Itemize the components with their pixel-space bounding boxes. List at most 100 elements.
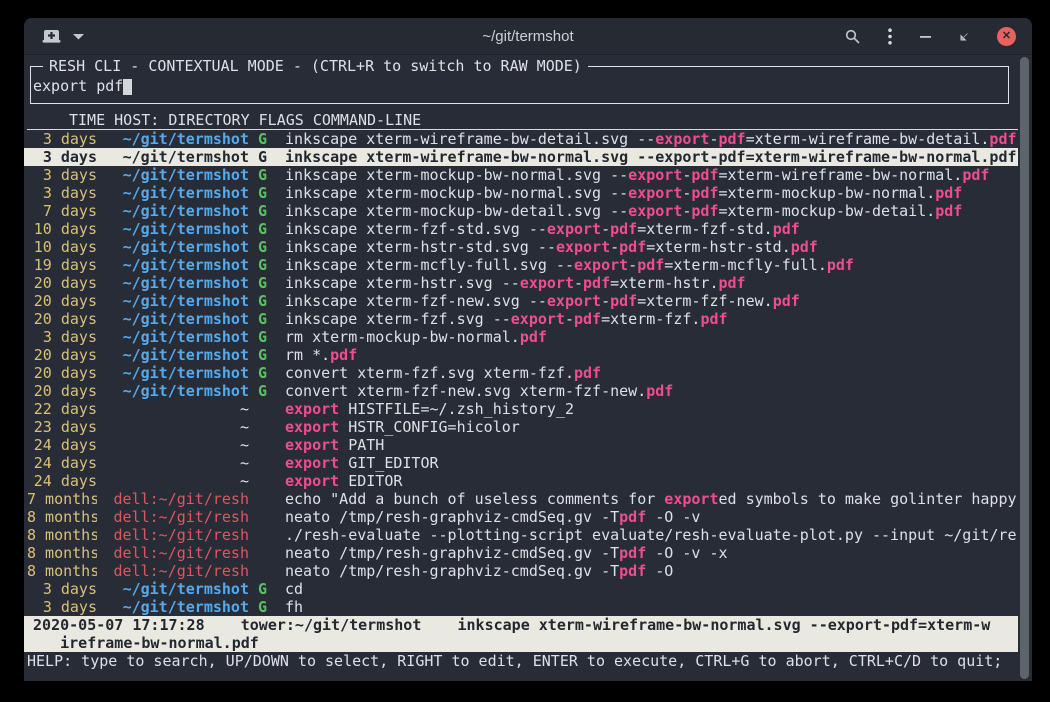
- history-row[interactable]: 20 days~/git/termshotGinkscape xterm-fzf…: [24, 292, 1018, 310]
- row-flags: G: [249, 382, 285, 400]
- row-command: inkscape xterm-mockup-bw-normal.svg --ex…: [285, 166, 1018, 184]
- history-row[interactable]: 20 days~/git/termshotGrm *.pdf: [24, 346, 1018, 364]
- new-tab-icon: [42, 29, 61, 45]
- row-command: inkscape xterm-hstr-std.svg --export-pdf…: [285, 238, 1018, 256]
- row-time: 8 months: [27, 544, 97, 562]
- history-row[interactable]: 3 days~/git/termshotGinkscape xterm-mock…: [24, 166, 1018, 184]
- row-time: 20 days: [27, 310, 97, 328]
- row-host-directory: ~/git/termshot: [97, 202, 249, 220]
- row-flags: G: [249, 184, 285, 202]
- row-flags: G: [249, 292, 285, 310]
- row-time: 3 days: [27, 328, 97, 346]
- history-row[interactable]: 3 days~/git/termshotGinkscape xterm-wire…: [24, 148, 1018, 166]
- row-time: 3 days: [27, 184, 97, 202]
- history-row[interactable]: 10 days~/git/termshotGinkscape xterm-hst…: [24, 238, 1018, 256]
- status-bar: 2020-05-07 17:17:28 tower:~/git/termshot…: [24, 616, 1018, 652]
- history-row[interactable]: 7 days~/git/termshotGinkscape xterm-mock…: [24, 202, 1018, 220]
- history-row[interactable]: 23 days~export HSTR_CONFIG=hicolor: [24, 418, 1018, 436]
- history-row[interactable]: 3 days~/git/termshotGrm xterm-mockup-bw-…: [24, 328, 1018, 346]
- row-flags: [249, 490, 285, 508]
- history-row[interactable]: 8 monthsdell:~/git/reshneato /tmp/resh-g…: [24, 508, 1018, 526]
- row-host-directory: ~: [97, 436, 249, 454]
- row-flags: G: [249, 328, 285, 346]
- minimize-button[interactable]: [920, 35, 931, 39]
- search-button[interactable]: [845, 29, 860, 44]
- row-host-directory: ~/git/termshot: [97, 292, 249, 310]
- row-command: inkscape xterm-wireframe-bw-normal.svg -…: [285, 148, 1018, 166]
- row-time: 10 days: [27, 220, 97, 238]
- row-flags: G: [249, 310, 285, 328]
- row-flags: G: [249, 220, 285, 238]
- row-time: 22 days: [27, 400, 97, 418]
- history-row[interactable]: 8 monthsdell:~/git/reshneato /tmp/resh-g…: [24, 562, 1018, 580]
- history-row[interactable]: 10 days~/git/termshotGinkscape xterm-fzf…: [24, 220, 1018, 238]
- search-input[interactable]: export pdf: [33, 77, 132, 95]
- row-time: 20 days: [27, 364, 97, 382]
- restore-icon: [959, 32, 969, 42]
- history-row[interactable]: 24 days~export GIT_EDITOR: [24, 454, 1018, 472]
- table-header: TIME HOST: DIRECTORY FLAGS COMMAND-LINE: [27, 112, 1018, 130]
- row-host-directory: ~/git/termshot: [97, 346, 249, 364]
- status-line-1: 2020-05-07 17:17:28 tower:~/git/termshot…: [24, 616, 1018, 634]
- history-row[interactable]: 20 days~/git/termshotGconvert xterm-fzf.…: [24, 364, 1018, 382]
- row-time: 3 days: [27, 166, 97, 184]
- row-flags: [249, 526, 285, 544]
- history-row[interactable]: 20 days~/git/termshotGconvert xterm-fzf-…: [24, 382, 1018, 400]
- history-row[interactable]: 3 days~/git/termshotGfh: [24, 598, 1018, 616]
- history-row[interactable]: 8 monthsdell:~/git/resh./resh-evaluate -…: [24, 526, 1018, 544]
- history-row[interactable]: 22 days~export HISTFILE=~/.zsh_history_2: [24, 400, 1018, 418]
- row-host-directory: ~: [97, 418, 249, 436]
- row-host-directory: ~/git/termshot: [97, 220, 249, 238]
- row-command: inkscape xterm-fzf-new.svg --export-pdf=…: [285, 292, 1018, 310]
- history-row[interactable]: 3 days~/git/termshotGinkscape xterm-wire…: [24, 130, 1018, 148]
- row-host-directory: ~/git/termshot: [97, 238, 249, 256]
- row-time: 23 days: [27, 418, 97, 436]
- row-flags: [249, 400, 285, 418]
- menu-button[interactable]: [888, 28, 892, 45]
- restore-button[interactable]: [959, 32, 969, 42]
- row-flags: [249, 508, 285, 526]
- history-row[interactable]: 20 days~/git/termshotGinkscape xterm-fzf…: [24, 310, 1018, 328]
- row-time: 7 months: [27, 490, 97, 508]
- row-host-directory: ~/git/termshot: [97, 598, 249, 616]
- row-host-directory: ~/git/termshot: [97, 274, 249, 292]
- history-row[interactable]: 20 days~/git/termshotGinkscape xterm-hst…: [24, 274, 1018, 292]
- tab-dropdown-button[interactable]: [73, 33, 84, 40]
- row-command: inkscape xterm-mcfly-full.svg --export-p…: [285, 256, 1018, 274]
- row-flags: G: [249, 364, 285, 382]
- row-host-directory: ~/git/termshot: [97, 184, 249, 202]
- terminal-content: RESH CLI - CONTEXTUAL MODE - (CTRL+R to …: [24, 55, 1018, 681]
- row-host-directory: ~: [97, 472, 249, 490]
- scrollbar-thumb[interactable]: [1020, 57, 1029, 679]
- row-flags: G: [249, 166, 285, 184]
- row-time: 7 days: [27, 202, 97, 220]
- row-flags: G: [249, 202, 285, 220]
- row-command: inkscape xterm-wireframe-bw-detail.svg -…: [285, 130, 1018, 148]
- row-host-directory: ~/git/termshot: [97, 364, 249, 382]
- row-flags: [249, 454, 285, 472]
- new-tab-button[interactable]: [42, 29, 61, 45]
- dropdown-caret-icon: [73, 33, 84, 40]
- row-time: 3 days: [27, 148, 97, 166]
- help-line: HELP: type to search, UP/DOWN to select,…: [24, 652, 1018, 670]
- close-button[interactable]: ✕: [997, 27, 1016, 46]
- resh-mode-title: RESH CLI - CONTEXTUAL MODE - (CTRL+R to …: [43, 58, 588, 74]
- row-host-directory: ~: [97, 454, 249, 472]
- row-time: 20 days: [27, 274, 97, 292]
- history-row[interactable]: 19 days~/git/termshotGinkscape xterm-mcf…: [24, 256, 1018, 274]
- row-time: 8 months: [27, 562, 97, 580]
- history-row[interactable]: 24 days~export EDITOR: [24, 472, 1018, 490]
- row-flags: G: [249, 580, 285, 598]
- history-row[interactable]: 8 monthsdell:~/git/reshneato /tmp/resh-g…: [24, 544, 1018, 562]
- history-row[interactable]: 3 days~/git/termshotGcd: [24, 580, 1018, 598]
- row-command: inkscape xterm-mockup-bw-detail.svg --ex…: [285, 202, 1018, 220]
- history-row[interactable]: 3 days~/git/termshotGinkscape xterm-mock…: [24, 184, 1018, 202]
- history-row[interactable]: 24 days~export PATH: [24, 436, 1018, 454]
- row-flags: [249, 562, 285, 580]
- history-row[interactable]: 7 monthsdell:~/git/reshecho "Add a bunch…: [24, 490, 1018, 508]
- row-host-directory: ~/git/termshot: [97, 310, 249, 328]
- row-command: inkscape xterm-hstr.svg --export-pdf=xte…: [285, 274, 1018, 292]
- row-time: 24 days: [27, 436, 97, 454]
- row-flags: [249, 436, 285, 454]
- minimize-icon: [920, 35, 931, 39]
